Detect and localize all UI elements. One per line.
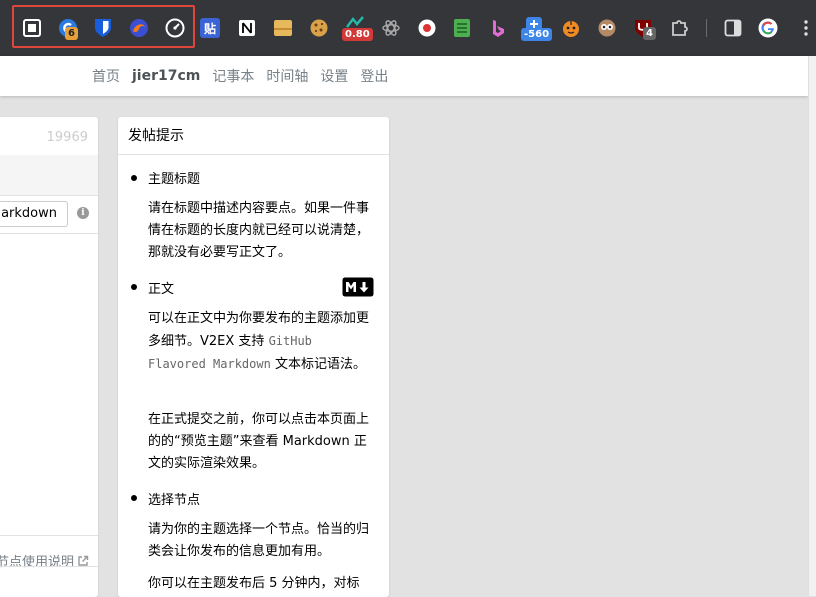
node-help-link-label: 节点使用说明 [0, 555, 74, 570]
divider [0, 566, 98, 567]
more-menu-icon[interactable] [796, 18, 816, 38]
info-icon[interactable]: i [77, 207, 89, 219]
badge-count: 4 [643, 27, 656, 40]
bullet [131, 495, 137, 501]
tip-body-text: 可以在正文中为你要发布的主题添加更多细节。V2EX 支持 [148, 311, 370, 349]
tip-node-description: 请为你的主题选择一个节点。恰当的归类会让你发布的信息更加有用。 [148, 522, 370, 559]
node-help-link[interactable]: 节点使用说明 [0, 551, 89, 570]
syntax-select-value: Markdown [0, 206, 57, 221]
tip-edit-description: 你可以在主题发布后 5 分钟内，对标 [148, 576, 360, 591]
external-link-icon [78, 555, 89, 566]
yellow-card-extension-icon[interactable] [273, 18, 293, 38]
tip-body-heading: 正文 [148, 282, 175, 297]
tip-body-description: 可以在正文中为你要发布的主题添加更多细节。V2EX 支持 GitHub Flav… [148, 308, 376, 376]
bullet [131, 284, 137, 290]
nav-settings-link[interactable]: 设置 [320, 66, 348, 86]
cookie-icon[interactable] [309, 18, 329, 38]
title-input-area[interactable] [0, 155, 98, 195]
divider [0, 233, 98, 234]
badge-value: 0.80 [342, 28, 373, 41]
price-tracker-extension-icon[interactable]: 0.80 [342, 16, 373, 41]
notion-icon[interactable] [237, 18, 257, 38]
square-extension-icon[interactable] [22, 18, 42, 38]
speedometer-icon[interactable] [165, 18, 185, 38]
bitwarden-shield-icon[interactable] [93, 18, 113, 38]
markdown-icon [342, 277, 374, 297]
tip-body-text-end: 文本标记语法。 [274, 357, 366, 372]
nav-home-link[interactable]: 首页 [92, 66, 120, 86]
google-account-icon[interactable] [758, 18, 778, 38]
divider [0, 195, 98, 196]
record-icon[interactable] [417, 18, 437, 38]
title-char-counter: 19969 [46, 130, 88, 145]
ublock-shield-icon[interactable]: 4 [633, 18, 656, 40]
bullet [131, 175, 137, 181]
tip-title-description: 请在标题中描述内容要点。如果一件事情在标题的长度内就已经可以说清楚，那就没有必要… [148, 201, 370, 260]
nav-logout-link[interactable]: 登出 [360, 66, 388, 86]
toolbar-separator [706, 19, 707, 37]
nav-timeline-link[interactable]: 时间轴 [266, 66, 308, 86]
posting-tips-box: 发帖提示 主题标题 请在标题中描述内容要点。如果一件事情在标题的长度内就已经可以… [118, 117, 389, 597]
blue-plus-extension-icon[interactable]: -560 [521, 17, 553, 41]
bing-icon[interactable] [488, 18, 508, 38]
tip-node-heading: 选择节点 [148, 493, 201, 508]
side-panel-icon[interactable] [723, 18, 743, 38]
extension-toolbar: 6 贴 0.80 -560 4 [0, 0, 816, 56]
blue-c-extension-icon[interactable]: 6 [58, 18, 78, 40]
nav-links: 首页 jier17cm 记事本 时间轴 设置 登出 [92, 56, 388, 96]
tieba-extension-icon[interactable]: 贴 [200, 18, 220, 38]
tip-preview-description: 在正式提交之前，你可以点击本页面上的的“预览主题”来查看 Markdown 正文… [148, 412, 370, 471]
badge-count: 6 [65, 27, 78, 40]
divider [0, 535, 98, 536]
tips-header: 发帖提示 [118, 117, 389, 155]
syntax-select[interactable]: Markdown [0, 201, 68, 227]
page-scrollbar[interactable] [808, 56, 816, 596]
green-notes-icon[interactable] [452, 18, 472, 38]
site-nav-bar: 首页 jier17cm 记事本 时间轴 设置 登出 [0, 56, 808, 96]
tiger-face-icon[interactable] [561, 18, 581, 38]
owl-face-icon[interactable] [597, 18, 617, 38]
tieba-label: 贴 [203, 21, 216, 36]
fox-globe-extension-icon[interactable] [129, 18, 149, 38]
nav-notes-link[interactable]: 记事本 [212, 66, 254, 86]
puzzle-extensions-icon[interactable] [670, 18, 690, 38]
new-topic-editor-panel: 19969 Markdown i 节点使用说明 [0, 117, 98, 597]
atom-extension-icon[interactable] [381, 18, 401, 38]
badge-value: -560 [521, 28, 553, 41]
nav-user-link[interactable]: jier17cm [132, 68, 200, 84]
tip-title-heading: 主题标题 [148, 172, 201, 187]
